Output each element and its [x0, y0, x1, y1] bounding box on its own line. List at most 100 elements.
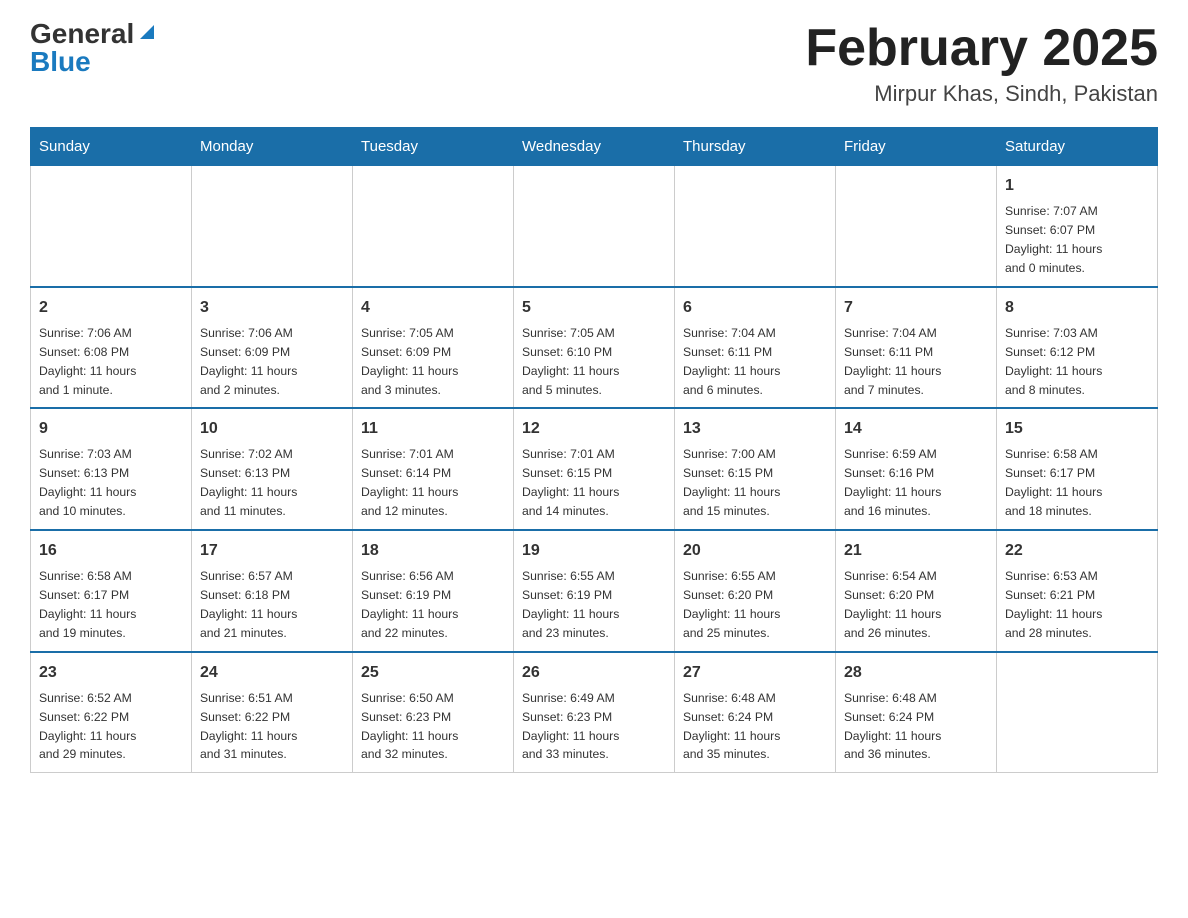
calendar-cell — [353, 166, 514, 287]
day-info: Sunrise: 6:52 AMSunset: 6:22 PMDaylight:… — [39, 689, 183, 765]
day-number: 27 — [683, 661, 827, 685]
logo-triangle-icon — [136, 21, 158, 43]
day-number: 6 — [683, 296, 827, 320]
day-number: 17 — [200, 539, 344, 563]
header-saturday: Saturday — [997, 128, 1158, 166]
day-info: Sunrise: 6:59 AMSunset: 6:16 PMDaylight:… — [844, 445, 988, 521]
calendar-cell: 8 Sunrise: 7:03 AMSunset: 6:12 PMDaylight… — [997, 287, 1158, 409]
calendar-cell: 25Sunrise: 6:50 AMSunset: 6:23 PMDayligh… — [353, 652, 514, 773]
calendar-cell: 16 Sunrise: 6:58 AMSunset: 6:17 PMDayligh… — [31, 530, 192, 652]
day-number: 28 — [844, 661, 988, 685]
day-info: Sunrise: 7:06 AMSunset: 6:09 PMDaylight:… — [200, 324, 344, 400]
day-info: Sunrise: 7:01 AMSunset: 6:15 PMDaylight:… — [522, 445, 666, 521]
day-info: Sunrise: 7:04 AMSunset: 6:11 PMDaylight:… — [683, 324, 827, 400]
day-info: Sunrise: 6:51 AMSunset: 6:22 PMDaylight:… — [200, 689, 344, 765]
day-number: 20 — [683, 539, 827, 563]
day-info: Sunrise: 6:58 AMSunset: 6:17 PMDaylight:… — [1005, 445, 1149, 521]
calendar-cell: 9 Sunrise: 7:03 AMSunset: 6:13 PMDaylight… — [31, 408, 192, 530]
calendar-cell: 6 Sunrise: 7:04 AMSunset: 6:11 PMDaylight… — [675, 287, 836, 409]
calendar-cell: 7 Sunrise: 7:04 AMSunset: 6:11 PMDaylight… — [836, 287, 997, 409]
logo: General Blue — [30, 20, 158, 76]
day-number: 22 — [1005, 539, 1149, 563]
day-info: Sunrise: 7:06 AMSunset: 6:08 PMDaylight:… — [39, 324, 183, 400]
calendar-cell — [31, 166, 192, 287]
day-info: Sunrise: 6:55 AMSunset: 6:19 PMDaylight:… — [522, 567, 666, 643]
day-info: Sunrise: 7:02 AMSunset: 6:13 PMDaylight:… — [200, 445, 344, 521]
header-thursday: Thursday — [675, 128, 836, 166]
day-number: 8 — [1005, 296, 1149, 320]
header-friday: Friday — [836, 128, 997, 166]
calendar-cell: 17Sunrise: 6:57 AMSunset: 6:18 PMDayligh… — [192, 530, 353, 652]
day-number: 11 — [361, 417, 505, 441]
calendar-cell: 14Sunrise: 6:59 AMSunset: 6:16 PMDayligh… — [836, 408, 997, 530]
calendar-cell: 15 Sunrise: 6:58 AMSunset: 6:17 PMDayligh… — [997, 408, 1158, 530]
day-number: 1 — [1005, 174, 1149, 198]
calendar-cell: 10Sunrise: 7:02 AMSunset: 6:13 PMDayligh… — [192, 408, 353, 530]
day-info: Sunrise: 6:58 AMSunset: 6:17 PMDaylight:… — [39, 567, 183, 643]
calendar-table: SundayMondayTuesdayWednesdayThursdayFrid… — [30, 127, 1158, 773]
day-number: 15 — [1005, 417, 1149, 441]
calendar-cell: 12 Sunrise: 7:01 AMSunset: 6:15 PMDayligh… — [514, 408, 675, 530]
calendar-cell: 4 Sunrise: 7:05 AMSunset: 6:09 PMDaylight… — [353, 287, 514, 409]
calendar-cell: 28 Sunrise: 6:48 AMSunset: 6:24 PMDayligh… — [836, 652, 997, 773]
day-info: Sunrise: 6:48 AMSunset: 6:24 PMDaylight:… — [844, 689, 988, 765]
day-info: Sunrise: 6:53 AMSunset: 6:21 PMDaylight:… — [1005, 567, 1149, 643]
day-number: 9 — [39, 417, 183, 441]
calendar-cell — [514, 166, 675, 287]
day-info: Sunrise: 7:04 AMSunset: 6:11 PMDaylight:… — [844, 324, 988, 400]
day-number: 7 — [844, 296, 988, 320]
calendar-week-5: 23Sunrise: 6:52 AMSunset: 6:22 PMDayligh… — [31, 652, 1158, 773]
calendar-cell: 24 Sunrise: 6:51 AMSunset: 6:22 PMDayligh… — [192, 652, 353, 773]
day-info: Sunrise: 6:49 AMSunset: 6:23 PMDaylight:… — [522, 689, 666, 765]
calendar-cell: 21 Sunrise: 6:54 AMSunset: 6:20 PMDayligh… — [836, 530, 997, 652]
calendar-cell: 20 Sunrise: 6:55 AMSunset: 6:20 PMDayligh… — [675, 530, 836, 652]
logo-blue: Blue — [30, 48, 91, 76]
day-info: Sunrise: 7:05 AMSunset: 6:10 PMDaylight:… — [522, 324, 666, 400]
calendar-header-row: SundayMondayTuesdayWednesdayThursdayFrid… — [31, 128, 1158, 166]
calendar-cell: 19 Sunrise: 6:55 AMSunset: 6:19 PMDayligh… — [514, 530, 675, 652]
day-number: 13 — [683, 417, 827, 441]
day-info: Sunrise: 6:54 AMSunset: 6:20 PMDaylight:… — [844, 567, 988, 643]
day-info: Sunrise: 7:03 AMSunset: 6:13 PMDaylight:… — [39, 445, 183, 521]
calendar-cell: 5Sunrise: 7:05 AMSunset: 6:10 PMDaylight… — [514, 287, 675, 409]
calendar-cell — [836, 166, 997, 287]
calendar-week-3: 9 Sunrise: 7:03 AMSunset: 6:13 PMDaylight… — [31, 408, 1158, 530]
day-info: Sunrise: 7:07 AMSunset: 6:07 PMDaylight:… — [1005, 202, 1149, 278]
day-info: Sunrise: 7:05 AMSunset: 6:09 PMDaylight:… — [361, 324, 505, 400]
header-monday: Monday — [192, 128, 353, 166]
day-number: 3 — [200, 296, 344, 320]
calendar-cell: 23Sunrise: 6:52 AMSunset: 6:22 PMDayligh… — [31, 652, 192, 773]
day-info: Sunrise: 6:56 AMSunset: 6:19 PMDaylight:… — [361, 567, 505, 643]
day-info: Sunrise: 7:03 AMSunset: 6:12 PMDaylight:… — [1005, 324, 1149, 400]
day-number: 21 — [844, 539, 988, 563]
calendar-cell: 3 Sunrise: 7:06 AMSunset: 6:09 PMDaylight… — [192, 287, 353, 409]
calendar-cell — [192, 166, 353, 287]
logo-general: General — [30, 20, 134, 48]
location-title: Mirpur Khas, Sindh, Pakistan — [805, 81, 1158, 107]
calendar-cell: 13Sunrise: 7:00 AMSunset: 6:15 PMDayligh… — [675, 408, 836, 530]
calendar-cell — [997, 652, 1158, 773]
day-number: 4 — [361, 296, 505, 320]
calendar-week-2: 2Sunrise: 7:06 AMSunset: 6:08 PMDaylight… — [31, 287, 1158, 409]
day-number: 19 — [522, 539, 666, 563]
calendar-cell: 26 Sunrise: 6:49 AMSunset: 6:23 PMDayligh… — [514, 652, 675, 773]
header-wednesday: Wednesday — [514, 128, 675, 166]
header-sunday: Sunday — [31, 128, 192, 166]
day-number: 12 — [522, 417, 666, 441]
day-number: 26 — [522, 661, 666, 685]
calendar-week-4: 16 Sunrise: 6:58 AMSunset: 6:17 PMDayligh… — [31, 530, 1158, 652]
month-title: February 2025 — [805, 20, 1158, 77]
day-info: Sunrise: 6:48 AMSunset: 6:24 PMDaylight:… — [683, 689, 827, 765]
calendar-cell: 27 Sunrise: 6:48 AMSunset: 6:24 PMDayligh… — [675, 652, 836, 773]
day-info: Sunrise: 6:55 AMSunset: 6:20 PMDaylight:… — [683, 567, 827, 643]
calendar-cell — [675, 166, 836, 287]
calendar-cell: 2Sunrise: 7:06 AMSunset: 6:08 PMDaylight… — [31, 287, 192, 409]
page-header: General Blue February 2025 Mirpur Khas, … — [30, 20, 1158, 107]
calendar-cell: 22 Sunrise: 6:53 AMSunset: 6:21 PMDayligh… — [997, 530, 1158, 652]
day-number: 18 — [361, 539, 505, 563]
day-number: 24 — [200, 661, 344, 685]
header-tuesday: Tuesday — [353, 128, 514, 166]
title-section: February 2025 Mirpur Khas, Sindh, Pakist… — [805, 20, 1158, 107]
calendar-week-1: 1 Sunrise: 7:07 AMSunset: 6:07 PMDaylight… — [31, 166, 1158, 287]
day-number: 16 — [39, 539, 183, 563]
